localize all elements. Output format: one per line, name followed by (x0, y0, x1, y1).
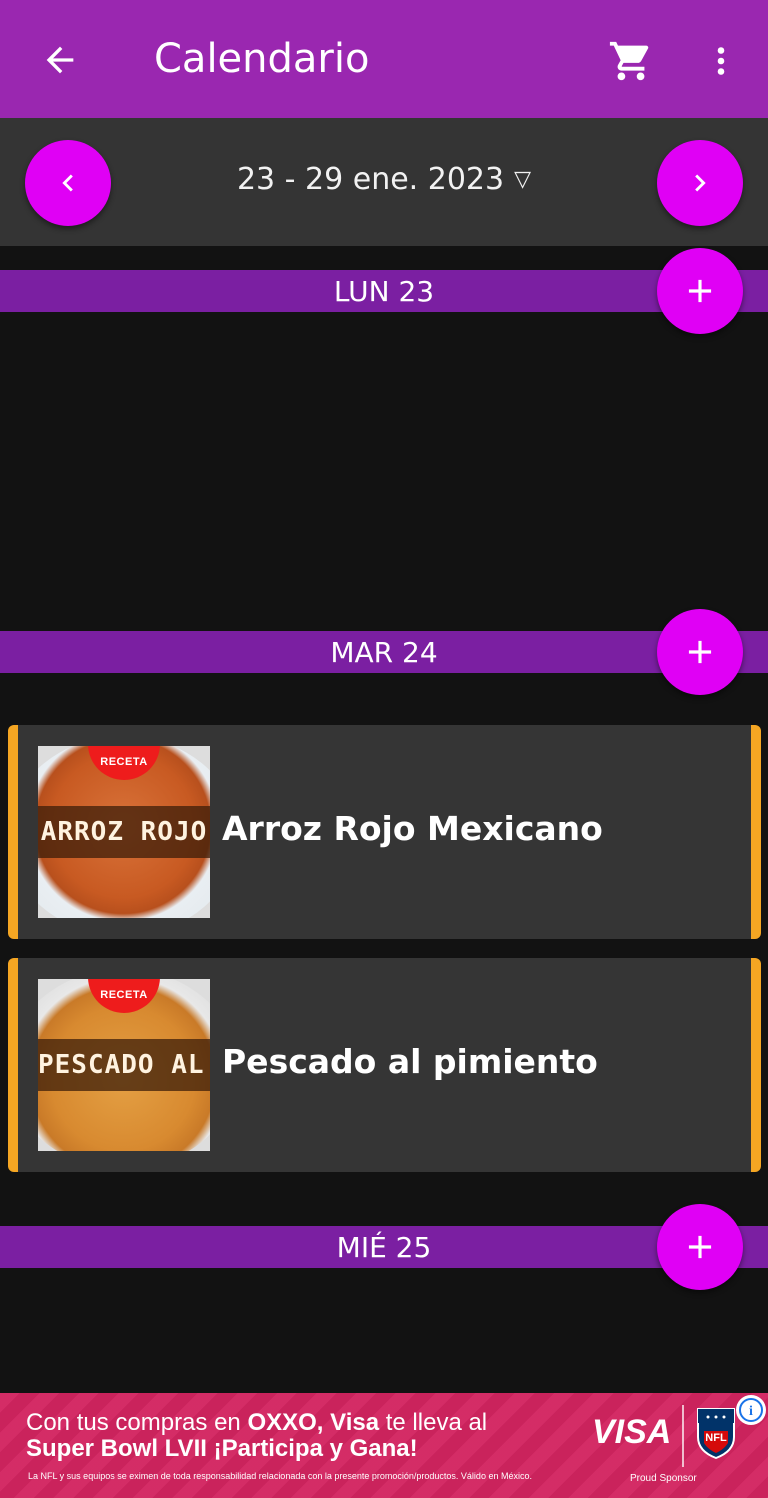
page-title: Calendario (154, 36, 370, 82)
info-icon: i (739, 1398, 763, 1422)
week-selector: 23 - 29 ene. 2023 ▽ (0, 118, 768, 246)
ad-divider (682, 1405, 684, 1467)
chevron-right-icon (695, 174, 706, 192)
svg-text:NFL: NFL (705, 1432, 727, 1444)
shopping-list-button[interactable] (600, 30, 662, 92)
app-bar: Calendario (0, 0, 768, 118)
more-vertical-icon (717, 47, 725, 75)
week-range-dropdown[interactable]: 23 - 29 ene. 2023 ▽ (160, 162, 608, 197)
ad-legal-text: La NFL y sus equipos se eximen de toda r… (28, 1471, 532, 1481)
ad-banner[interactable]: Con tus compras en OXXO, Visa te lleva a… (0, 1393, 768, 1498)
plus-icon (688, 279, 712, 303)
ad-info-button[interactable]: i (736, 1395, 766, 1425)
ad-headline-line2: Super Bowl LVII ¡Participa y Gana! (26, 1435, 418, 1462)
ad-headline-line1: Con tus compras en OXXO, Visa te lleva a… (26, 1409, 488, 1436)
previous-week-button[interactable] (25, 140, 111, 226)
dropdown-triangle-icon: ▽ (514, 167, 532, 192)
back-button[interactable] (30, 30, 90, 90)
overflow-menu-button[interactable] (696, 30, 746, 92)
svg-text:i: i (749, 1404, 753, 1419)
plus-icon (688, 1235, 712, 1259)
day-header-mon: LUN 23 (0, 270, 768, 312)
recipe-name: Arroz Rojo Mexicano (222, 809, 603, 848)
day-label: LUN 23 (333, 275, 435, 308)
recipe-card[interactable]: PESCADO AL PIMIENTO RECETA Pescado al pi… (8, 958, 761, 1172)
add-recipe-mon-button[interactable] (657, 248, 743, 334)
recipe-thumbnail-title: ARROZ ROJO (40, 817, 208, 847)
recipe-thumbnail: PESCADO AL PIMIENTO RECETA (38, 979, 210, 1151)
arrow-left-icon (46, 46, 74, 74)
add-recipe-tue-button[interactable] (657, 609, 743, 695)
day-label: MAR 24 (330, 636, 438, 669)
recipe-thumbnail: ARROZ ROJO RECETA (38, 746, 210, 918)
week-range-label: 23 - 29 ene. 2023 (236, 162, 505, 197)
nfl-shield-icon: NFL (697, 1408, 735, 1459)
recipe-card[interactable]: ARROZ ROJO RECETA Arroz Rojo Mexicano (8, 725, 761, 939)
visa-logo: VISA (592, 1413, 672, 1451)
calendar-screen: Calendario 23 - 29 ene. 2023 ▽ LUN 23 MAR… (0, 0, 768, 1498)
plus-icon (688, 640, 712, 664)
receta-badge-label: RECETA (100, 756, 148, 768)
receta-badge-label: RECETA (100, 989, 148, 1001)
chevron-left-icon (62, 174, 73, 192)
recipe-name: Pescado al pimiento (222, 1042, 598, 1081)
add-recipe-wed-button[interactable] (657, 1204, 743, 1290)
day-header-wed: MIÉ 25 (0, 1226, 768, 1268)
ad-sponsor-text: Proud Sponsor (630, 1473, 697, 1484)
next-week-button[interactable] (657, 140, 743, 226)
recipe-thumbnail-title: PESCADO AL PIMIENTO (38, 1050, 210, 1080)
day-header-tue: MAR 24 (0, 631, 768, 673)
day-label: MIÉ 25 (336, 1231, 432, 1264)
cart-icon (609, 41, 649, 81)
